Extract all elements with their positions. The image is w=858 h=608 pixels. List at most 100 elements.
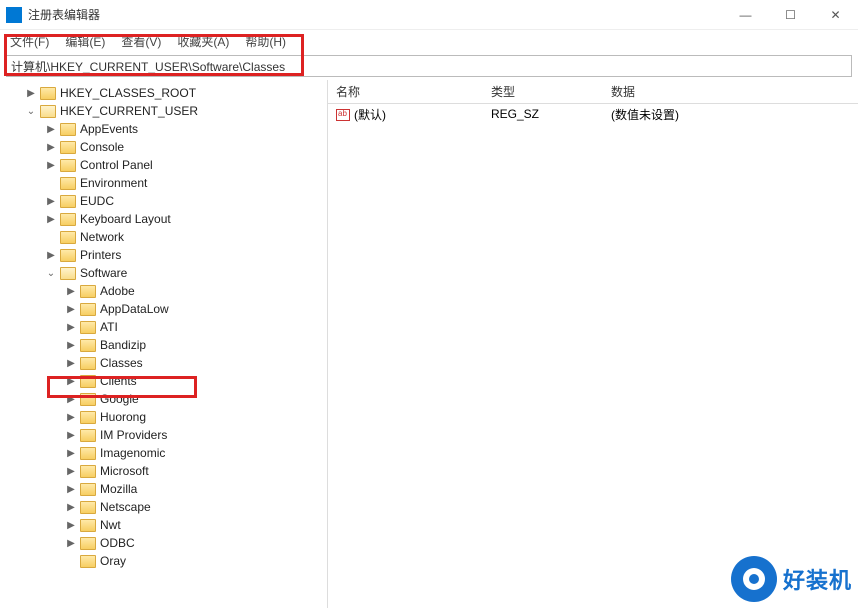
minimize-button[interactable]: —: [723, 0, 768, 30]
tree-node-mozilla[interactable]: ▶ Mozilla: [2, 480, 327, 498]
tree-label: Huorong: [100, 410, 146, 424]
tree-label: ATI: [100, 320, 118, 334]
chevron-right-icon[interactable]: ▶: [44, 212, 58, 226]
chevron-right-icon[interactable]: ▶: [64, 536, 78, 550]
tree-pane[interactable]: ▶HKEY_CLASSES_ROOT ⌄HKEY_CURRENT_USER ▶A…: [0, 80, 328, 608]
chevron-right-icon[interactable]: ▶: [64, 428, 78, 442]
tree-label: Oray: [100, 554, 126, 568]
tree-node-controlpanel[interactable]: ▶ Control Panel: [2, 156, 327, 174]
maximize-button[interactable]: ☐: [768, 0, 813, 30]
menu-file[interactable]: 文件(F): [6, 31, 53, 52]
folder-icon: [60, 249, 76, 262]
chevron-right-icon[interactable]: ▶: [44, 158, 58, 172]
menu-view[interactable]: 查看(V): [117, 31, 165, 52]
chevron-right-icon[interactable]: ▶: [64, 338, 78, 352]
tree-node-eudc[interactable]: ▶ EUDC: [2, 192, 327, 210]
tree-node-clients[interactable]: ▶ Clients: [2, 372, 327, 390]
folder-icon: [80, 447, 96, 460]
tree-label: Keyboard Layout: [80, 212, 171, 226]
value-row[interactable]: (默认) REG_SZ (数值未设置): [328, 104, 858, 124]
tree-label: Microsoft: [100, 464, 149, 478]
chevron-right-icon[interactable]: ▶: [64, 410, 78, 424]
content-area: ▶HKEY_CLASSES_ROOT ⌄HKEY_CURRENT_USER ▶A…: [0, 80, 858, 608]
menubar: 文件(F) 编辑(E) 查看(V) 收藏夹(A) 帮助(H): [0, 30, 858, 52]
chevron-right-icon[interactable]: ▶: [64, 464, 78, 478]
address-bar[interactable]: [6, 55, 852, 77]
chevron-right-icon[interactable]: ▶: [24, 86, 38, 100]
chevron-right-icon[interactable]: ▶: [64, 302, 78, 316]
tree-label: Clients: [100, 374, 137, 388]
folder-icon: [80, 465, 96, 478]
tree-label: Classes: [100, 356, 143, 370]
tree-node-bandizip[interactable]: ▶ Bandizip: [2, 336, 327, 354]
chevron-right-icon[interactable]: ▶: [64, 446, 78, 460]
tree-label: EUDC: [80, 194, 114, 208]
tree-node-odbc[interactable]: ▶ODBC: [2, 534, 327, 552]
tree-node-hkcu[interactable]: ⌄HKEY_CURRENT_USER: [2, 102, 327, 120]
tree-node-console[interactable]: ▶ Console: [2, 138, 327, 156]
tree-node-improviders[interactable]: ▶IM Providers: [2, 426, 327, 444]
tree-node-environment[interactable]: ▶Environment: [2, 174, 327, 192]
tree-node-google[interactable]: ▶ Google: [2, 390, 327, 408]
folder-icon: [80, 537, 96, 550]
tree-node-nwt[interactable]: ▶Nwt: [2, 516, 327, 534]
tree-label: Bandizip: [100, 338, 146, 352]
column-header-data[interactable]: 数据: [603, 79, 858, 104]
folder-icon: [80, 519, 96, 532]
tree-node-software[interactable]: ⌄Software: [2, 264, 327, 282]
chevron-right-icon[interactable]: ▶: [64, 374, 78, 388]
menu-help[interactable]: 帮助(H): [241, 31, 290, 52]
folder-icon: [80, 285, 96, 298]
tree-label: Google: [100, 392, 139, 406]
chevron-right-icon[interactable]: ▶: [64, 518, 78, 532]
tree-node-appdatalow[interactable]: ▶ AppDataLow: [2, 300, 327, 318]
tree-node-classes[interactable]: ▶ Classes: [2, 354, 327, 372]
chevron-down-icon[interactable]: ⌄: [44, 266, 58, 280]
tree-node-ati[interactable]: ▶ ATI: [2, 318, 327, 336]
chevron-right-icon[interactable]: ▶: [64, 392, 78, 406]
tree-node-printers[interactable]: ▶ Printers: [2, 246, 327, 264]
tree-label: Mozilla: [100, 482, 137, 496]
tree-label: Console: [80, 140, 124, 154]
folder-icon: [60, 123, 76, 136]
close-button[interactable]: ✕: [813, 0, 858, 30]
chevron-right-icon[interactable]: ▶: [44, 140, 58, 154]
app-icon: [6, 7, 22, 23]
tree-label: AppDataLow: [100, 302, 169, 316]
tree-node-keyboardlayout[interactable]: ▶ Keyboard Layout: [2, 210, 327, 228]
chevron-right-icon[interactable]: ▶: [64, 500, 78, 514]
tree-node-microsoft[interactable]: ▶ Microsoft: [2, 462, 327, 480]
string-value-icon: [336, 109, 350, 121]
value-type-cell: REG_SZ: [483, 105, 603, 123]
tree-node-appevents[interactable]: ▶AppEvents: [2, 120, 327, 138]
menu-edit[interactable]: 编辑(E): [61, 31, 109, 52]
tree-label: Control Panel: [80, 158, 153, 172]
tree-node-huorong[interactable]: ▶ Huorong: [2, 408, 327, 426]
chevron-right-icon[interactable]: ▶: [64, 320, 78, 334]
value-data-cell: (数值未设置): [603, 104, 858, 125]
chevron-right-icon[interactable]: ▶: [64, 284, 78, 298]
window-title: 注册表编辑器: [28, 6, 723, 23]
tree-node-netscape[interactable]: ▶Netscape: [2, 498, 327, 516]
tree-node-hkcr[interactable]: ▶HKEY_CLASSES_ROOT: [2, 84, 327, 102]
chevron-down-icon[interactable]: ⌄: [24, 104, 38, 118]
chevron-right-icon[interactable]: ▶: [44, 194, 58, 208]
column-header-type[interactable]: 类型: [483, 79, 603, 104]
folder-icon: [80, 375, 96, 388]
chevron-right-icon[interactable]: ▶: [44, 122, 58, 136]
folder-icon: [80, 483, 96, 496]
tree-label: Network: [80, 230, 124, 244]
folder-icon: [80, 321, 96, 334]
menu-favorites[interactable]: 收藏夹(A): [173, 31, 233, 52]
tree-node-oray[interactable]: ▶Oray: [2, 552, 327, 570]
folder-icon: [80, 303, 96, 316]
chevron-right-icon[interactable]: ▶: [44, 248, 58, 262]
tree-node-adobe[interactable]: ▶Adobe: [2, 282, 327, 300]
column-header-name[interactable]: 名称: [328, 79, 483, 104]
chevron-right-icon[interactable]: ▶: [64, 356, 78, 370]
tree-node-network[interactable]: ▶Network: [2, 228, 327, 246]
chevron-right-icon[interactable]: ▶: [64, 482, 78, 496]
values-pane[interactable]: 名称 类型 数据 (默认) REG_SZ (数值未设置): [328, 80, 858, 608]
tree-label: Printers: [80, 248, 121, 262]
tree-node-imagenomic[interactable]: ▶Imagenomic: [2, 444, 327, 462]
